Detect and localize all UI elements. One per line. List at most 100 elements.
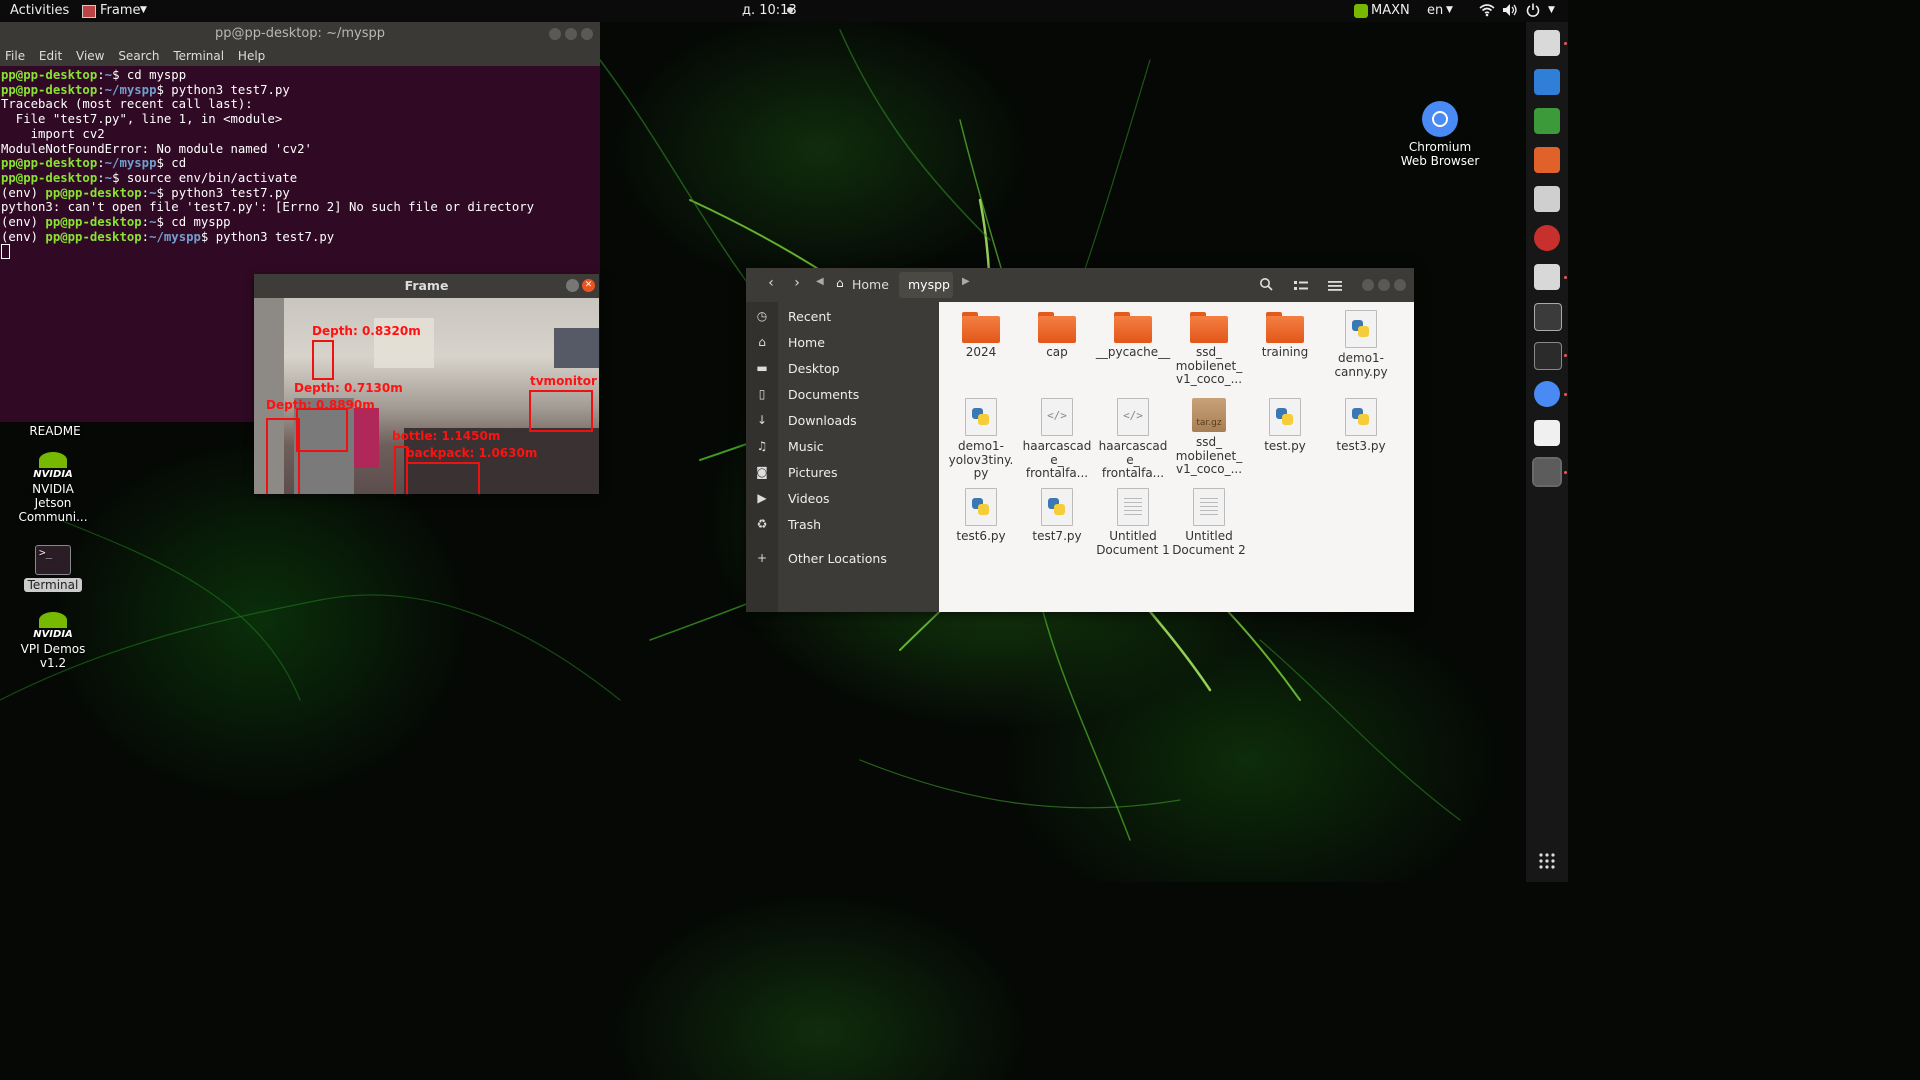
chevron-down-icon: ▼ (1548, 5, 1555, 15)
frame-window[interactable]: Frame ✕ Depth: 0.8320m Depth: 0.7130m De… (254, 274, 599, 494)
minimize-icon[interactable] (1362, 279, 1374, 291)
sidebar-item-label: Trash (788, 517, 822, 532)
menu-search[interactable]: Search (118, 49, 159, 63)
file-item[interactable]: test3.py (1323, 390, 1399, 454)
file-name: test7.py (1032, 529, 1082, 543)
text-file-icon (1117, 488, 1149, 526)
terminal-line: import cv2 (1, 126, 105, 141)
file-item[interactable]: training (1247, 302, 1323, 360)
menu-view[interactable]: View (76, 49, 104, 63)
sidebar-item-other-locations[interactable]: + Other Locations (746, 548, 939, 570)
folder-icon (1266, 312, 1304, 343)
terminal-output[interactable]: pp@pp-desktop:~$ cd myspp pp@pp-desktop:~… (0, 66, 600, 263)
wifi-icon[interactable] (1479, 3, 1495, 21)
sidebar-item-music[interactable]: ♫ Music (746, 436, 939, 458)
detection-box (266, 418, 300, 494)
activities-button[interactable]: Activities (10, 3, 69, 18)
folder-icon (1038, 312, 1076, 343)
menu-edit[interactable]: Edit (39, 49, 62, 63)
file-item[interactable]: test7.py (1019, 480, 1095, 544)
file-item[interactable]: </> haarcascad e_ frontalfa... (1019, 390, 1095, 481)
file-item[interactable]: tar.gz ssd_ mobilenet_ v1_coco_... (1171, 390, 1247, 477)
file-item[interactable]: Untitled Document 2 (1171, 480, 1247, 557)
path-home-button[interactable]: Home (852, 277, 889, 292)
app-menu-button[interactable]: Frame (100, 3, 141, 18)
writer-icon[interactable] (1534, 69, 1560, 95)
chromium-icon (1422, 101, 1458, 137)
file-cabinet-icon[interactable] (1534, 30, 1560, 56)
view-list-icon[interactable] (1294, 277, 1308, 296)
frame-app-icon[interactable] (1532, 457, 1562, 487)
file-item[interactable]: __pycache__ (1095, 302, 1171, 360)
power-mode-indicator[interactable]: MAXN (1371, 3, 1410, 18)
close-icon[interactable] (1394, 279, 1406, 291)
file-manager-window[interactable]: ‹ › ◀ ⌂ Home myspp ▶ ◷ Recent ⌂ Home ▬ Desk… (746, 268, 1414, 612)
terminal-line: pp@pp-desktop:~$ cd myspp (1, 68, 187, 82)
show-applications-icon[interactable] (1538, 852, 1556, 870)
terminal-titlebar[interactable]: pp@pp-desktop: ~/myspp (0, 22, 600, 46)
sidebar-item-desktop[interactable]: ▬ Desktop (746, 358, 939, 380)
sidebar-item-label: Music (788, 439, 824, 454)
file-item[interactable]: test.py (1247, 390, 1323, 454)
file-name: ssd_ mobilenet_ v1_coco_... (1175, 435, 1243, 476)
path-left-icon[interactable]: ◀ (816, 276, 824, 287)
minimize-icon[interactable] (566, 279, 579, 292)
archive-manager-icon[interactable] (1534, 264, 1560, 290)
back-icon[interactable]: ‹ (758, 275, 784, 295)
menu-terminal[interactable]: Terminal (173, 49, 224, 63)
sidebar-item-videos[interactable]: ▶ Videos (746, 488, 939, 510)
sidebar-item-trash[interactable]: ♻ Trash (746, 514, 939, 536)
sidebar-item-downloads[interactable]: ↓ Downloads (746, 410, 939, 432)
nvidia-eye-icon (39, 452, 67, 468)
close-icon[interactable]: ✕ (582, 279, 595, 292)
power-icon[interactable] (1526, 3, 1540, 21)
maximize-icon[interactable] (565, 28, 577, 40)
path-current-button[interactable]: myspp (908, 277, 950, 292)
path-right-icon[interactable]: ▶ (962, 276, 970, 287)
search-icon[interactable] (1259, 276, 1273, 295)
file-name: demo1- yolov3tiny. py (948, 439, 1014, 480)
file-item[interactable]: demo1- canny.py (1323, 302, 1399, 379)
terminal-line: python3: can't open file 'test7.py': [Er… (1, 200, 535, 215)
close-icon[interactable] (581, 28, 593, 40)
settings-icon[interactable] (1534, 225, 1560, 251)
text-editor-icon[interactable] (1534, 420, 1560, 446)
calc-icon[interactable] (1534, 108, 1560, 134)
terminal-icon[interactable] (1534, 342, 1562, 370)
menu-icon[interactable] (1328, 277, 1342, 296)
text-file-icon (1193, 488, 1225, 526)
sidebar-item-recent[interactable]: ◷ Recent (746, 306, 939, 328)
file-item[interactable]: </> haarcascad e_ frontalfa... (1095, 390, 1171, 481)
sidebar-item-documents[interactable]: ▯ Documents (746, 384, 939, 406)
file-item[interactable]: ssd_ mobilenet_ v1_coco_... (1171, 302, 1247, 387)
maximize-icon[interactable] (1378, 279, 1390, 291)
desktop-chromium[interactable]: Chromium Web Browser (1400, 101, 1480, 168)
file-manager-headerbar[interactable]: ‹ › ◀ ⌂ Home myspp ▶ (746, 268, 1414, 302)
desktop-terminal[interactable]: >_ Terminal (13, 545, 93, 592)
terminal-title: pp@pp-desktop: ~/myspp (215, 26, 385, 41)
impress-icon[interactable] (1534, 147, 1560, 173)
sidebar-item-home[interactable]: ⌂ Home (746, 332, 939, 354)
terminal-line: pp@pp-desktop:~/myspp$ cd (1, 156, 187, 171)
file-item[interactable]: demo1- yolov3tiny. py (943, 390, 1019, 481)
file-item[interactable]: 2024 (943, 302, 1019, 360)
menu-file[interactable]: File (5, 49, 25, 63)
desktop-readme[interactable]: README (15, 424, 95, 438)
sidebar-item-pictures[interactable]: ◙ Pictures (746, 462, 939, 484)
frame-titlebar[interactable]: Frame ✕ (254, 274, 599, 298)
desktop-vpi-demos[interactable]: NVIDIA VPI Demos v1.2 (13, 612, 93, 670)
file-item[interactable]: test6.py (943, 480, 1019, 544)
minimize-icon[interactable] (549, 28, 561, 40)
python-file-icon (965, 398, 997, 436)
language-indicator[interactable]: en (1427, 3, 1443, 18)
chromium-icon[interactable] (1534, 381, 1560, 407)
file-item[interactable]: cap (1019, 302, 1095, 360)
file-item[interactable]: Untitled Document 1 (1095, 480, 1171, 557)
software-icon[interactable] (1534, 186, 1560, 212)
volume-icon[interactable] (1502, 3, 1518, 21)
menu-help[interactable]: Help (238, 49, 265, 63)
sidebar-item-label: Home (788, 335, 825, 350)
monitor-icon[interactable] (1534, 303, 1562, 331)
desktop-nvidia-jetson-community[interactable]: NVIDIA NVIDIA Jetson Communi... (13, 452, 93, 524)
forward-icon[interactable]: › (784, 275, 810, 295)
